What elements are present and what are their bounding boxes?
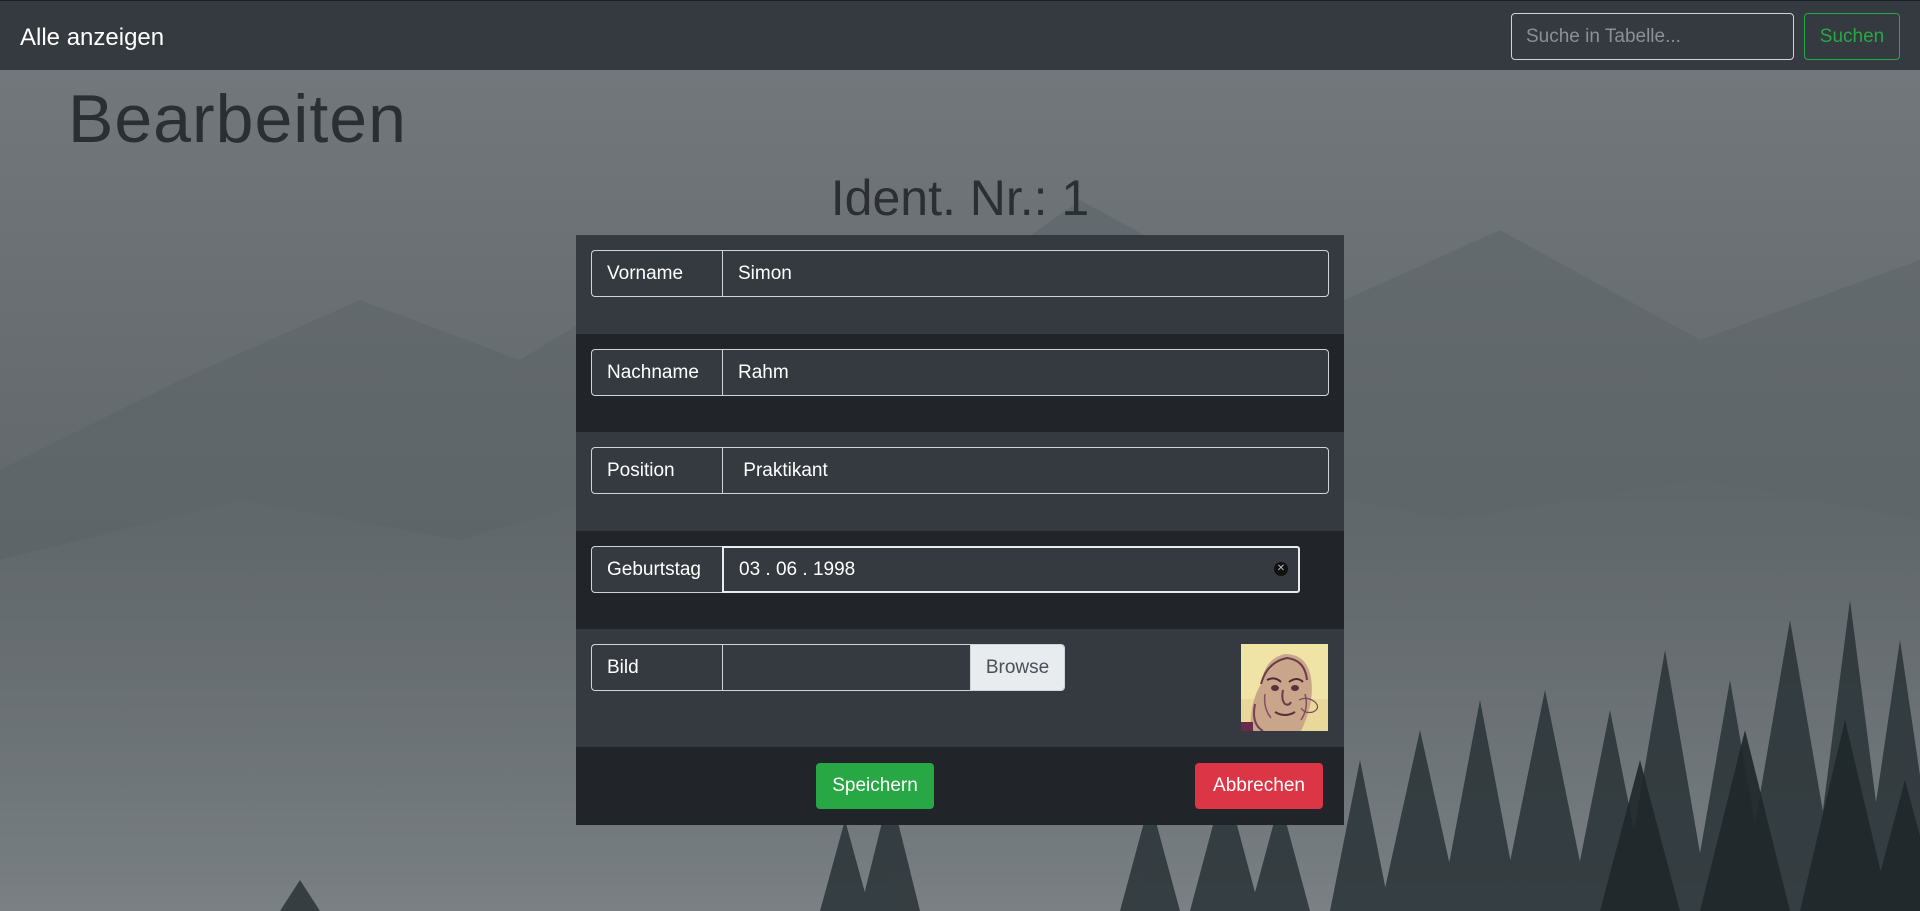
browse-button[interactable]: Browse: [970, 645, 1064, 690]
position-field[interactable]: [722, 447, 1329, 494]
birthday-date-field[interactable]: [722, 546, 1300, 593]
cancel-button[interactable]: Abbrechen: [1195, 763, 1323, 809]
ident-number-heading: Ident. Nr.: 1: [830, 170, 1090, 226]
table-search-input[interactable]: [1511, 13, 1794, 60]
portrait-image: [1241, 644, 1328, 731]
nav-brand-show-all[interactable]: Alle anzeigen: [20, 23, 164, 53]
save-button[interactable]: Speichern: [816, 763, 934, 809]
edit-form: Vorname Nachname Position Geburtstag ✕ B…: [576, 235, 1344, 825]
form-actions: Speichern Abbrechen: [576, 747, 1344, 825]
profile-thumbnail: [1241, 644, 1328, 731]
form-row-position: Position: [576, 432, 1344, 531]
page-title: Bearbeiten: [68, 81, 407, 157]
bild-label: Bild: [591, 644, 722, 691]
geburtstag-label: Geburtstag: [591, 546, 722, 593]
file-name-display[interactable]: [723, 645, 970, 690]
search-button[interactable]: Suchen: [1804, 13, 1900, 60]
top-navbar: Alle anzeigen Suchen: [0, 0, 1920, 70]
position-input-group: Position: [591, 447, 1329, 494]
geburtstag-input-group: Geburtstag ✕: [591, 546, 1300, 593]
form-row-vorname: Vorname: [576, 235, 1344, 334]
nachname-input-group: Nachname: [591, 349, 1329, 396]
vorname-input-group: Vorname: [591, 250, 1329, 297]
form-row-bild: Bild Browse: [576, 629, 1344, 747]
nachname-label: Nachname: [591, 349, 722, 396]
position-label: Position: [591, 447, 722, 494]
clear-x-icon[interactable]: ✕: [1274, 562, 1288, 576]
birthday-date-wrapper: ✕: [722, 546, 1300, 593]
vorname-label: Vorname: [591, 250, 722, 297]
form-row-nachname: Nachname: [576, 334, 1344, 432]
vorname-field[interactable]: [722, 250, 1329, 297]
nachname-field[interactable]: [722, 349, 1329, 396]
image-file-input[interactable]: Browse: [722, 644, 1065, 691]
form-row-geburtstag: Geburtstag ✕: [576, 531, 1344, 629]
bild-input-group: Bild Browse: [591, 644, 1065, 691]
